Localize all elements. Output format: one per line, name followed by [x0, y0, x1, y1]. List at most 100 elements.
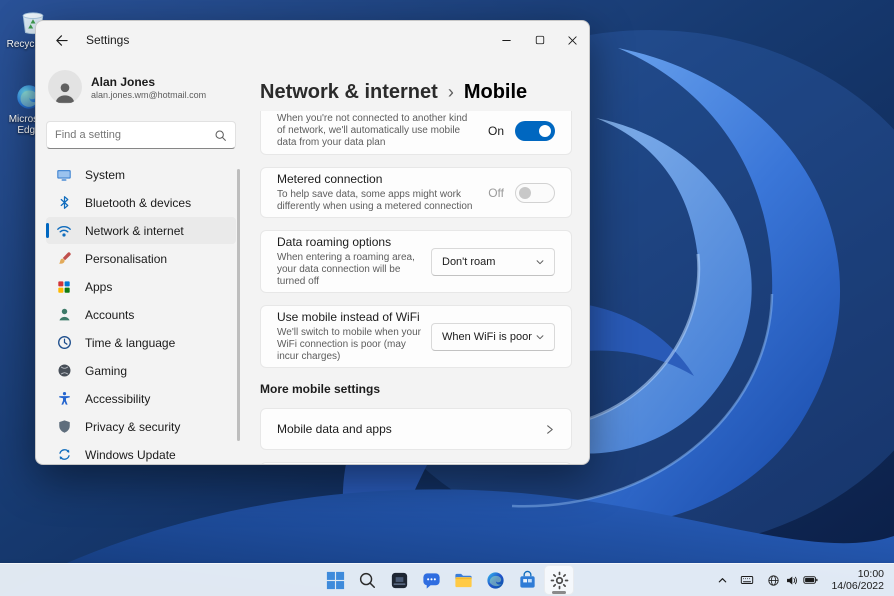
edge-button[interactable]	[480, 565, 510, 595]
volume-icon	[787, 575, 798, 585]
titlebar: Settings	[36, 21, 589, 59]
person-icon	[55, 83, 75, 103]
tray-status-area[interactable]	[762, 566, 823, 594]
mobile-operator-settings-link[interactable]: Mobile operator settings	[260, 462, 572, 464]
taskbar: 10:00 14/06/2022	[0, 563, 894, 596]
taskbar-center	[319, 564, 575, 596]
settings-taskbar-button[interactable]	[544, 565, 574, 595]
setting-description: When you're not connected to another kin…	[277, 113, 468, 148]
gear-icon	[550, 571, 568, 589]
window-controls	[490, 21, 589, 59]
taskbar-clock[interactable]: 10:00 14/06/2022	[827, 568, 888, 592]
toggle-knob	[519, 186, 531, 199]
maximize-icon	[535, 35, 544, 45]
setting-description: To help save data, some apps might work …	[277, 189, 473, 212]
dropdown-value: When WiFi is poor	[442, 330, 532, 343]
touch-keyboard-button[interactable]	[736, 566, 758, 594]
settings-window: Settings Alan Jones alan.jones.wm@hotmai…	[35, 20, 590, 465]
mobile-data-apps-link[interactable]: Mobile data and apps	[260, 408, 572, 450]
settings-scroll-area: When you're not connected to another kin…	[260, 111, 572, 464]
file-explorer-button[interactable]	[448, 565, 478, 595]
start-button[interactable]	[320, 565, 350, 595]
link-label: Mobile data and apps	[277, 422, 392, 436]
system-icon	[57, 169, 71, 181]
clock-date: 14/06/2022	[831, 580, 884, 592]
breadcrumb: Network & internet › Mobile	[260, 77, 572, 107]
minimize-button[interactable]	[490, 21, 523, 59]
setting-text: When you're not connected to another kin…	[277, 113, 488, 149]
brush-icon	[58, 252, 71, 264]
sidebar-item-time-language[interactable]: Time & language	[46, 329, 236, 356]
toggle-state-label: Off	[488, 185, 504, 200]
wifi-icon	[57, 225, 71, 237]
tray-overflow-button[interactable]	[713, 566, 732, 594]
setting-card-metered-connection: Metered connection To help save data, so…	[260, 167, 572, 218]
roaming-dropdown[interactable]: Don't roam	[431, 247, 555, 276]
setting-card-mobile-instead-wifi: Use mobile instead of WiFi We'll switch …	[260, 305, 572, 368]
update-arrows-icon	[58, 449, 70, 460]
sidebar-item-accounts[interactable]: Accounts	[46, 301, 236, 328]
user-profile[interactable]: Alan Jones alan.jones.wm@hotmail.com	[46, 67, 236, 107]
profile-email: alan.jones.wm@hotmail.com	[91, 89, 207, 100]
settings-main: Network & internet › Mobile When you're …	[260, 59, 589, 464]
close-button[interactable]	[556, 21, 589, 59]
sidebar-scrollbar[interactable]	[237, 169, 240, 441]
laptop-icon	[391, 572, 407, 588]
sidebar-item-label: Accessibility	[85, 391, 151, 406]
sidebar-item-accessibility[interactable]: Accessibility	[46, 385, 236, 412]
back-button[interactable]	[46, 25, 76, 55]
search-icon	[359, 572, 375, 588]
keyboard-icon	[741, 576, 754, 584]
xbox-icon	[58, 364, 70, 377]
window-body: Alan Jones alan.jones.wm@hotmail.com Sys…	[36, 59, 589, 464]
battery-icon	[803, 576, 818, 584]
sidebar-item-apps[interactable]: Apps	[46, 273, 236, 300]
edge-icon	[486, 571, 504, 589]
accessibility-icon	[58, 392, 70, 405]
sidebar-item-personalisation[interactable]: Personalisation	[46, 245, 236, 272]
setting-text: Metered connection To help save data, so…	[277, 172, 488, 213]
search-input[interactable]	[55, 129, 214, 141]
wifi-preference-dropdown[interactable]: When WiFi is poor	[431, 322, 555, 351]
sidebar-item-privacy-security[interactable]: Privacy & security	[46, 413, 236, 440]
profile-name: Alan Jones	[91, 74, 156, 89]
clock-icon	[57, 336, 71, 349]
system-tray: 10:00 14/06/2022	[713, 564, 888, 596]
sidebar-nav: System Bluetooth & devices Network & int…	[46, 161, 236, 464]
breadcrumb-parent[interactable]: Network & internet	[260, 81, 438, 104]
sidebar-item-windows-update[interactable]: Windows Update	[46, 441, 236, 464]
sidebar-item-gaming[interactable]: Gaming	[46, 357, 236, 384]
toggle-knob	[539, 125, 551, 137]
sidebar-item-label: Network & internet	[85, 223, 184, 238]
setting-description: When entering a roaming area, your data …	[277, 252, 415, 287]
setting-text: Use mobile instead of WiFi We'll switch …	[277, 310, 431, 363]
bluetooth-icon	[60, 196, 68, 209]
sidebar-item-label: Accounts	[85, 307, 135, 322]
sidebar-item-label: Bluetooth & devices	[85, 195, 192, 210]
back-arrow-icon	[55, 34, 68, 46]
sidebar-item-label: Apps	[85, 279, 113, 294]
store-button[interactable]	[512, 565, 542, 595]
search-box	[46, 121, 236, 149]
mobile-data-toggle[interactable]	[515, 121, 555, 141]
sidebar-item-network-internet[interactable]: Network & internet	[46, 217, 236, 244]
dropdown-value: Don't roam	[442, 255, 496, 268]
maximize-button[interactable]	[523, 21, 556, 59]
sidebar-item-bluetooth-devices[interactable]: Bluetooth & devices	[46, 189, 236, 216]
metered-connection-toggle[interactable]	[515, 182, 555, 203]
avatar	[48, 70, 82, 104]
sidebar-item-label: Personalisation	[85, 251, 168, 266]
network-globe-icon	[768, 574, 780, 586]
setting-title: Data roaming options	[277, 235, 392, 249]
sidebar-item-system[interactable]: System	[46, 161, 236, 188]
close-icon	[568, 35, 577, 45]
taskbar-app-laptop-button[interactable]	[384, 565, 414, 595]
section-header: More mobile settings	[260, 382, 381, 396]
chat-icon	[422, 572, 440, 589]
window-title: Settings	[86, 33, 130, 47]
folder-icon	[454, 573, 472, 587]
sidebar-item-label: Windows Update	[85, 447, 176, 462]
shield-icon	[58, 420, 70, 433]
taskbar-search-button[interactable]	[352, 565, 382, 595]
chat-button[interactable]	[416, 565, 446, 595]
